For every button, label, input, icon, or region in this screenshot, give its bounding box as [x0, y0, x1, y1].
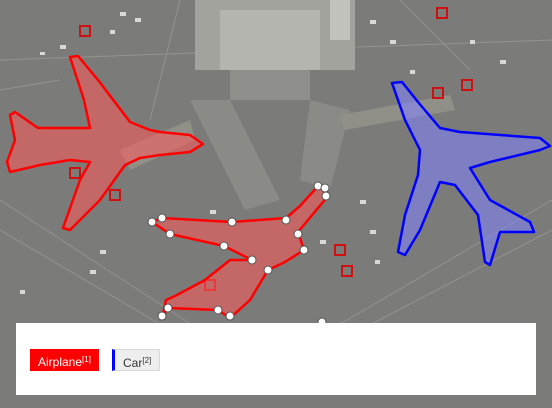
class-index-car: [2]: [142, 356, 152, 365]
class-legend-panel: Airplane[1] Car[2]: [16, 323, 536, 395]
class-chip-car[interactable]: Car[2]: [112, 349, 161, 371]
class-chip-airplane[interactable]: Airplane[1]: [30, 349, 99, 371]
class-label-car: Car: [123, 356, 143, 370]
class-label-airplane: Airplane: [38, 355, 83, 369]
class-index-airplane: [1]: [82, 355, 91, 364]
